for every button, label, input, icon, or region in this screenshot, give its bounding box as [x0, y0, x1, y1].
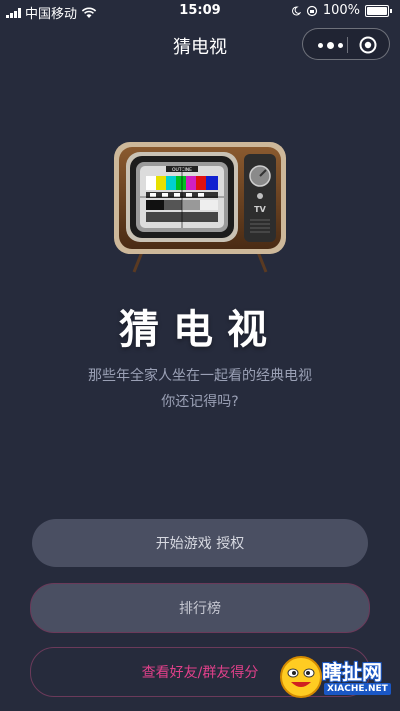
friends-score-label: 查看好友/群友得分 — [141, 665, 259, 681]
watermark-name: 瞎扯网 — [322, 660, 382, 684]
watermark-domain: XIACHE.NET — [324, 683, 391, 695]
hero-subtitle-line2: 你还记得吗? — [161, 394, 239, 410]
tv-label: TV — [254, 205, 266, 214]
battery-icon — [365, 4, 389, 17]
start-game-label: 开始游戏 授权 — [155, 536, 245, 552]
close-target-icon[interactable] — [358, 35, 378, 55]
tv-illustration: OUTCINE TV — [114, 142, 286, 273]
hero-subtitle-line1: 那些年全家人坐在一起看的经典电视 — [88, 368, 312, 384]
status-right: 100% — [291, 3, 392, 18]
battery-label: 100% — [322, 3, 360, 18]
capsule-divider — [347, 37, 348, 53]
start-game-button[interactable]: 开始游戏 授权 — [32, 519, 368, 567]
ranking-button[interactable]: 排行榜 — [30, 583, 370, 633]
emoji-face-icon — [280, 656, 322, 698]
moon-icon — [291, 5, 301, 15]
miniprogram-capsule — [302, 28, 390, 60]
nav-bar: 猜电视 — [0, 22, 400, 66]
test-pattern: OUTCINE — [136, 162, 228, 232]
ranking-label: 排行榜 — [179, 601, 221, 617]
rotation-lock-icon — [306, 5, 317, 16]
status-bar: 中国移动 15:09 100% — [0, 0, 400, 22]
watermark: 瞎扯网 XIACHE.NET — [278, 654, 392, 700]
hero-title: 猜电视 — [119, 307, 281, 353]
more-icon[interactable] — [313, 37, 347, 53]
battery-tip — [390, 8, 392, 13]
